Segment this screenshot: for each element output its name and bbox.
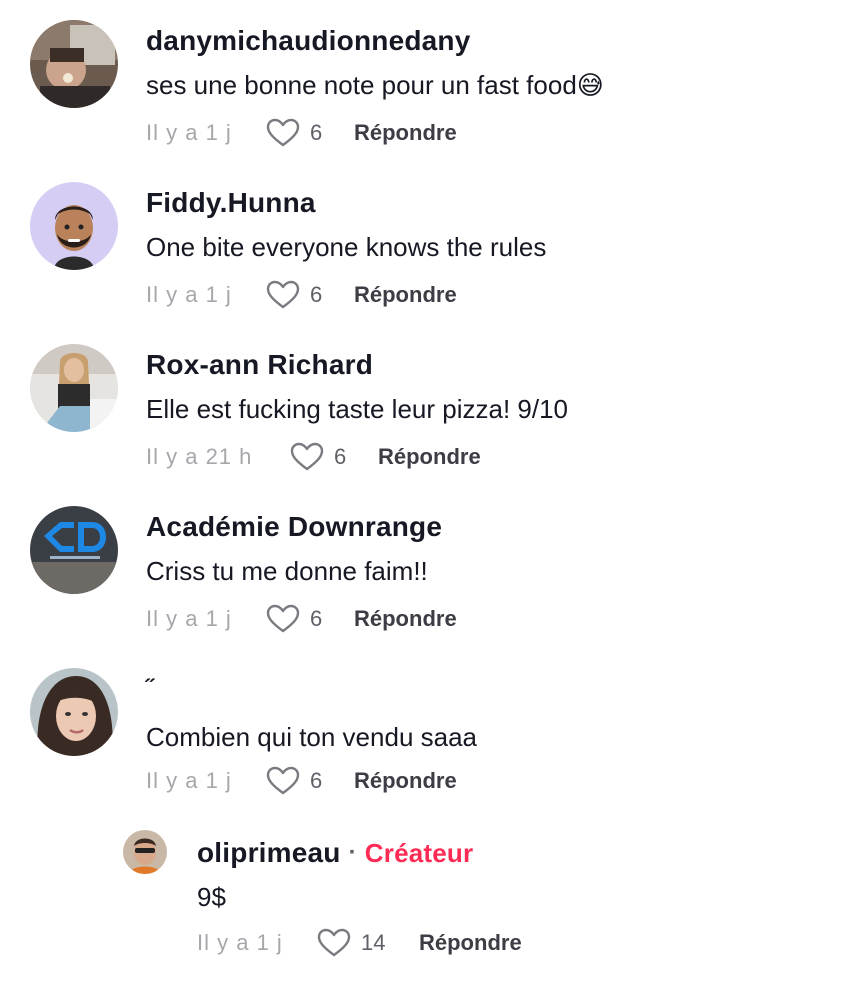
reply-meta: Il y a 1 j 14 Répondre <box>197 926 522 960</box>
avatar[interactable] <box>30 668 118 756</box>
like-count: 14 <box>361 930 386 955</box>
like-button[interactable]: 6 <box>266 766 354 796</box>
like-count: 6 <box>310 606 323 631</box>
reply-button[interactable]: Répondre <box>354 120 457 146</box>
comment-time: Il y a 1 j <box>146 768 232 793</box>
comment-meta: Il y a 21 h 6 Répondre <box>146 440 481 474</box>
reply-text: 9$ <box>197 882 226 912</box>
like-count: 6 <box>310 282 323 307</box>
comment-text: Criss tu me donne faim!! <box>146 556 428 586</box>
separator-dot: · <box>348 839 357 866</box>
heart-icon <box>266 280 300 309</box>
comment-meta: Il y a 1 j 6 Répondre <box>146 602 457 636</box>
avatar[interactable] <box>30 20 118 108</box>
reply-button[interactable]: Répondre <box>354 768 457 794</box>
comment-time: Il y a 1 j <box>146 120 232 145</box>
like-button[interactable]: 6 <box>266 604 354 634</box>
avatar[interactable] <box>30 344 118 432</box>
heart-icon <box>290 442 324 471</box>
like-count: 6 <box>310 120 323 145</box>
comment-text: ses une bonne note pour un fast food😅 <box>146 70 604 100</box>
comment-time: Il y a 21 h <box>146 444 253 469</box>
like-button[interactable]: 6 <box>266 118 354 148</box>
comment-meta: Il y a 1 j 6 Répondre <box>146 116 457 150</box>
like-count: 6 <box>334 444 347 469</box>
heart-icon <box>266 766 300 795</box>
like-button[interactable]: 6 <box>290 442 378 472</box>
comment-username[interactable]: Rox-ann Richard <box>146 348 568 382</box>
reply-button[interactable]: Répondre <box>354 606 457 632</box>
comment-text: Combien qui ton vendu saaa <box>146 722 478 752</box>
like-count: 6 <box>310 768 323 793</box>
reply-button[interactable]: Répondre <box>378 444 481 470</box>
like-button[interactable]: 14 <box>317 928 419 958</box>
comment-username[interactable]: Fiddy.Hunna <box>146 186 546 220</box>
comment-meta: Il y a 1 j 6 Répondre <box>146 764 457 798</box>
comment-text: One bite everyone knows the rules <box>146 232 547 262</box>
avatar[interactable] <box>123 830 167 874</box>
heart-icon <box>266 118 300 147</box>
comment-username[interactable]: danymichaudionnedany <box>146 24 604 58</box>
reply-button[interactable]: Répondre <box>419 930 522 956</box>
reply-time: Il y a 1 j <box>197 930 283 955</box>
comment-username[interactable]: Académie Downrange <box>146 510 442 544</box>
reply-button[interactable]: Répondre <box>354 282 457 308</box>
like-button[interactable]: 6 <box>266 280 354 310</box>
comment-meta: Il y a 1 j 6 Répondre <box>146 278 457 312</box>
reply-username[interactable]: oliprimeau <box>197 836 341 870</box>
creator-badge: Créateur <box>364 838 474 868</box>
reply-header: oliprimeau · Créateur <box>197 836 473 870</box>
comment-time: Il y a 1 j <box>146 282 232 307</box>
heart-icon <box>266 604 300 633</box>
avatar[interactable] <box>30 182 118 270</box>
avatar[interactable] <box>30 506 118 594</box>
comment-time: Il y a 1 j <box>146 606 232 631</box>
comment-username[interactable]: ˝ <box>146 672 477 706</box>
comment-text: Elle est fucking taste leur pizza! 9/10 <box>146 394 569 424</box>
heart-icon <box>317 928 351 957</box>
